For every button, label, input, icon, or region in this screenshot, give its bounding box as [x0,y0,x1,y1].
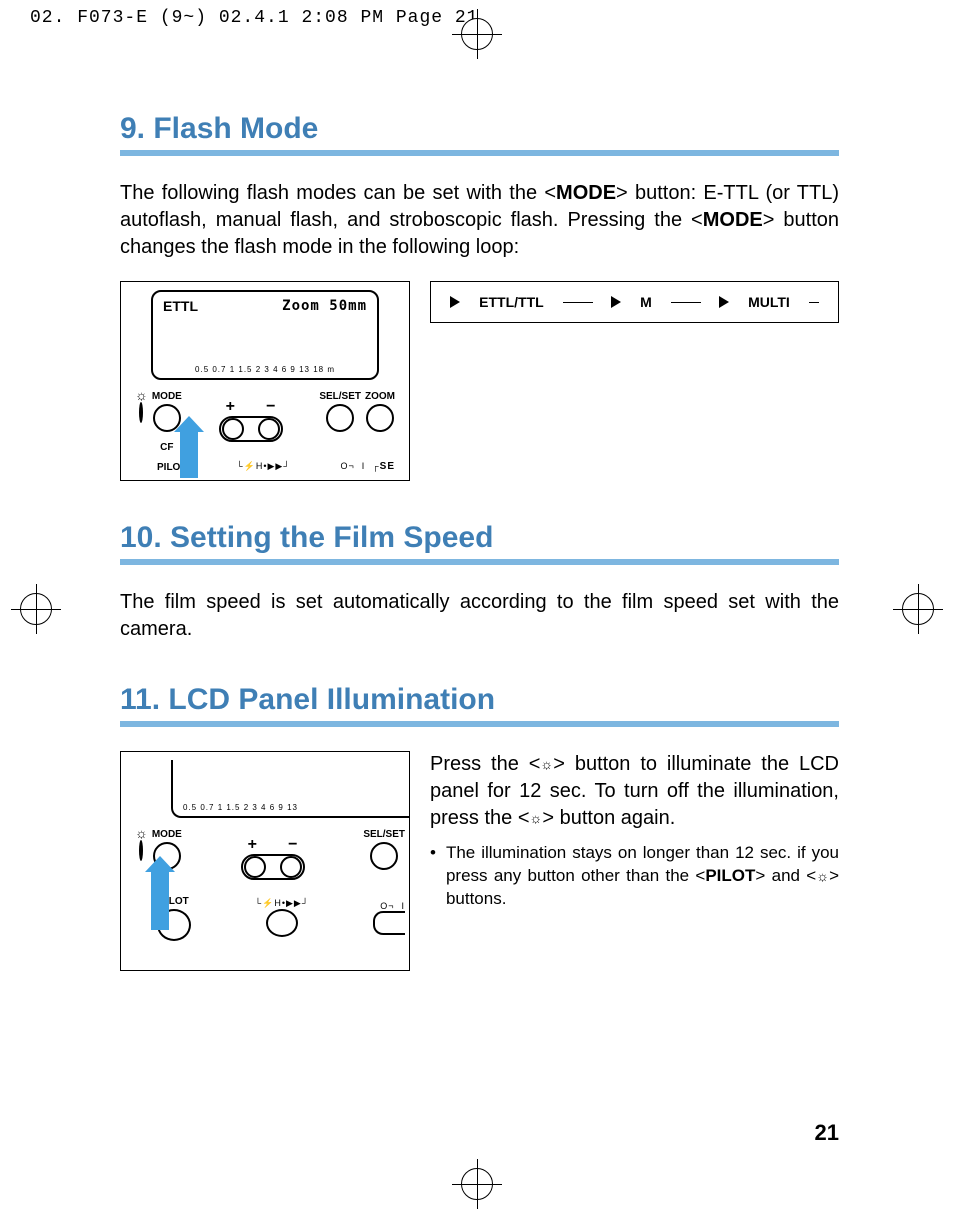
section-10-paragraph: The film speed is set automatically acco… [120,589,839,643]
section-9-underline [120,150,839,156]
selset-button [370,842,398,870]
lcd-distance-scale: 0.5 0.7 1 1.5 2 3 4 6 9 13 [183,803,298,812]
flash-panel-diagram-2: 0.5 0.7 1 1.5 2 3 4 6 9 13 ☼ MODE + − [120,751,410,971]
selset-btn-label: SEL/SET [363,829,405,840]
arrow-right-icon [719,296,729,308]
zoom-button [366,404,394,432]
page-number: 21 [815,1120,839,1146]
cf-label: CF [160,442,173,453]
bracket-icons: └⚡H•▶▶┘ [192,461,334,472]
light-icon: ☼ [540,755,553,774]
arrow-indicator-icon [180,430,198,478]
mode-btn-label: MODE [152,391,182,402]
selset-btn-label: SEL/SET [319,391,361,402]
light-icon: ☼ [135,387,148,403]
lcd-distance-scale: 0.5 0.7 1 1.5 2 3 4 6 9 13 18 m [163,365,367,374]
lcd-ettl: ETTL [163,298,198,314]
mode-label: MODE [703,209,763,231]
light-icon: ☼ [135,825,148,841]
mode-loop-diagram: ETTL/TTL M MULTI [430,281,839,323]
light-icon: ☼ [816,867,829,886]
print-header: 02. F073-E (9~) 02.4.1 2:08 PM Page 21 [30,8,478,28]
zoom-btn-label: ZOOM [365,391,395,402]
arrow-right-icon [611,296,621,308]
light-button [139,402,143,423]
registration-mark-right [902,593,934,625]
light-icon: ☼ [530,809,543,828]
pilot-label-inline: PILOT [705,866,755,885]
mode-btn-label: MODE [152,829,182,840]
lcd-zoom: Zoom 50mm [282,298,367,314]
section-10-underline [120,559,839,565]
mode-label: MODE [556,182,616,204]
loop-m: M [640,294,652,310]
loop-ettl: ETTL/TTL [479,294,544,310]
flash-panel-diagram-1: ETTL Zoom 50mm 0.5 0.7 1 1.5 2 3 4 6 9 1… [120,281,410,481]
registration-mark-left [20,593,52,625]
arrow-indicator-icon [151,870,169,930]
loop-multi: MULTI [748,294,790,310]
section-10-title: 10. Setting the Film Speed [120,521,839,555]
page-frame: 9. Flash Mode The following flash modes … [80,42,879,1176]
section-9-paragraph: The following flash modes can be set wit… [120,180,839,261]
selset-button [326,404,354,432]
section-11-paragraph: Press the <☼> button to illuminate the L… [430,751,839,832]
section-11-note: • The illumination stays on longer than … [430,842,839,911]
arrow-right-icon [450,296,460,308]
bracket-icons: └⚡H•▶▶┘ [197,898,367,939]
light-button [139,840,143,861]
section-9-title: 9. Flash Mode [120,112,839,146]
section-11-title: 11. LCD Panel Illumination [120,683,839,717]
section-11-underline [120,721,839,727]
